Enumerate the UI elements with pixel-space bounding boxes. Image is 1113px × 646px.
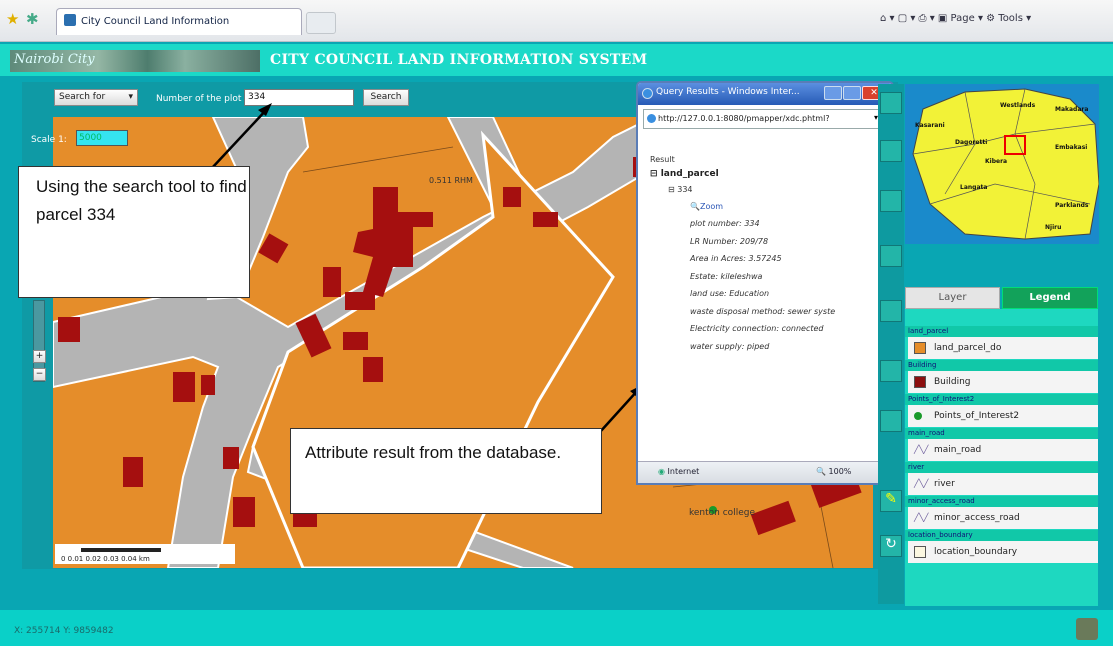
- internet-zone-icon: ◉: [658, 467, 668, 476]
- attribute-row: Estate: kileleshwa: [690, 271, 763, 281]
- query-results-window[interactable]: Query Results - Windows Inter... ✕ http:…: [636, 81, 894, 485]
- tab-legend[interactable]: Legend: [1002, 287, 1098, 309]
- legend-item: Building: [905, 371, 1098, 393]
- ie-logo-icon: [642, 88, 653, 99]
- status-zoom[interactable]: 🔍 100%: [816, 467, 851, 476]
- legend-category[interactable]: main_road: [905, 428, 1098, 439]
- legend-category[interactable]: river: [905, 462, 1098, 473]
- user-avatar-icon[interactable]: [1076, 618, 1098, 640]
- attribute-row: water supply: piped: [690, 341, 770, 351]
- overview-place-label: Kibera: [985, 158, 1008, 165]
- attribute-row: waste disposal method: sewer syste: [690, 306, 836, 316]
- attribute-row: Area in Acres: 3.57245: [690, 254, 782, 263]
- legend-item: Points_of_Interest2: [905, 405, 1098, 427]
- overview-map[interactable]: Westlands Kasarani Dagoretti Makadara Embaka…: [905, 84, 1100, 244]
- legend-item-label: Points_of_Interest2: [934, 411, 1020, 421]
- legend-swatch-icon: [914, 342, 926, 354]
- overview-place-label: Langata: [960, 184, 988, 191]
- status-zone: Internet: [667, 467, 700, 476]
- legend-item: location_boundary: [905, 541, 1098, 563]
- legend-item: ╱╲╱ main_road: [905, 439, 1098, 461]
- popup-title: Query Results - Windows Inter...: [656, 87, 800, 97]
- overview-place-label: Kasarani: [915, 122, 945, 129]
- tab-layer[interactable]: Layer: [905, 287, 1000, 309]
- popup-statusbar: ◉ Internet 🔍 100%: [638, 461, 892, 483]
- legend-category[interactable]: Building: [905, 360, 1098, 371]
- legend-item-label: minor_access_road: [934, 513, 1020, 523]
- line-symbol-icon: ╱╲╱: [914, 513, 929, 522]
- coordinate-readout: X: 255714 Y: 9859482: [14, 626, 114, 636]
- tree-id-label: 334: [677, 185, 693, 194]
- result-heading: Result: [650, 155, 675, 164]
- callout-attribute-result: Attribute result from the database.: [290, 428, 602, 514]
- legend-category[interactable]: location_boundary: [905, 530, 1098, 541]
- overview-place-label: Makadara: [1055, 106, 1089, 113]
- page-icon: [647, 114, 656, 123]
- popup-address-bar[interactable]: http://127.0.0.1:8080/pmapper/xdc.phtml?: [643, 109, 887, 129]
- measure-tool-icon[interactable]: [880, 360, 902, 382]
- tree-collapse-icon: ⊟: [650, 169, 661, 179]
- overview-place-label: Westlands: [1000, 102, 1036, 109]
- overview-place-label: Njiru: [1045, 224, 1062, 231]
- tree-collapse-icon: ⊟: [668, 185, 678, 194]
- map-tool-strip: [878, 84, 904, 604]
- minimize-button[interactable]: [824, 86, 842, 100]
- attribute-row: plot number: 334: [690, 219, 760, 228]
- legend-item-label: main_road: [934, 445, 982, 455]
- zoom-out-tool-icon[interactable]: [880, 140, 902, 162]
- pencil-icon[interactable]: ✎: [880, 490, 902, 512]
- attribute-row: LR Number: 209/78: [690, 236, 769, 246]
- legend-item-label: land_parcel_do: [934, 343, 1002, 353]
- legend-item: ╱╲╱ minor_access_road: [905, 507, 1098, 529]
- maximize-button[interactable]: [843, 86, 861, 100]
- pan-tool-icon[interactable]: [880, 190, 902, 212]
- tree-id-node[interactable]: ⊟ 334: [668, 185, 693, 194]
- info-tool-icon[interactable]: [880, 410, 902, 432]
- zoom-magnifier-icon: 🔍: [690, 202, 700, 211]
- zoom-link-label: Zoom: [699, 202, 724, 211]
- legend-item: ╱╲╱ river: [905, 473, 1098, 495]
- tree-layer-label: land_parcel: [660, 169, 719, 179]
- zoom-in-tool-icon[interactable]: [880, 92, 902, 114]
- overview-place-label: Dagoretti: [955, 139, 988, 146]
- legend-category[interactable]: minor_access_road: [905, 496, 1098, 507]
- overview-place-label: Parklands: [1055, 202, 1089, 209]
- tree-layer-node[interactable]: ⊟ land_parcel: [650, 169, 719, 179]
- zoom-level-icon: 🔍: [816, 467, 829, 476]
- legend-swatch-icon: [914, 546, 926, 558]
- attribute-row: Electricity connection: connected: [690, 324, 824, 333]
- refresh-icon[interactable]: ↻: [880, 535, 902, 557]
- legend-item-label: river: [934, 479, 955, 489]
- identify-tool-icon[interactable]: [880, 245, 902, 267]
- poi-dot-icon: [914, 412, 922, 420]
- callout-search-tool: Using the search tool to find parcel 334: [18, 166, 250, 298]
- legend-item-label: location_boundary: [934, 547, 1018, 557]
- app-footer: [0, 610, 1113, 646]
- select-tool-icon[interactable]: [880, 300, 902, 322]
- zoom-link[interactable]: 🔍Zoom: [690, 202, 723, 211]
- legend-category[interactable]: Points_of_Interest2: [905, 394, 1098, 405]
- legend-item: land_parcel_do: [905, 337, 1098, 359]
- line-symbol-icon: ╱╲╱: [914, 445, 929, 454]
- attribute-row: land use: Education: [690, 289, 770, 298]
- legend-category[interactable]: land_parcel: [905, 326, 1098, 337]
- legend-item-label: Building: [934, 377, 971, 387]
- line-symbol-icon: ╱╲╱: [914, 479, 929, 488]
- status-zoom-value: 100%: [828, 467, 852, 476]
- overview-place-label: Embakasi: [1055, 144, 1088, 151]
- legend-swatch-icon: [914, 376, 926, 388]
